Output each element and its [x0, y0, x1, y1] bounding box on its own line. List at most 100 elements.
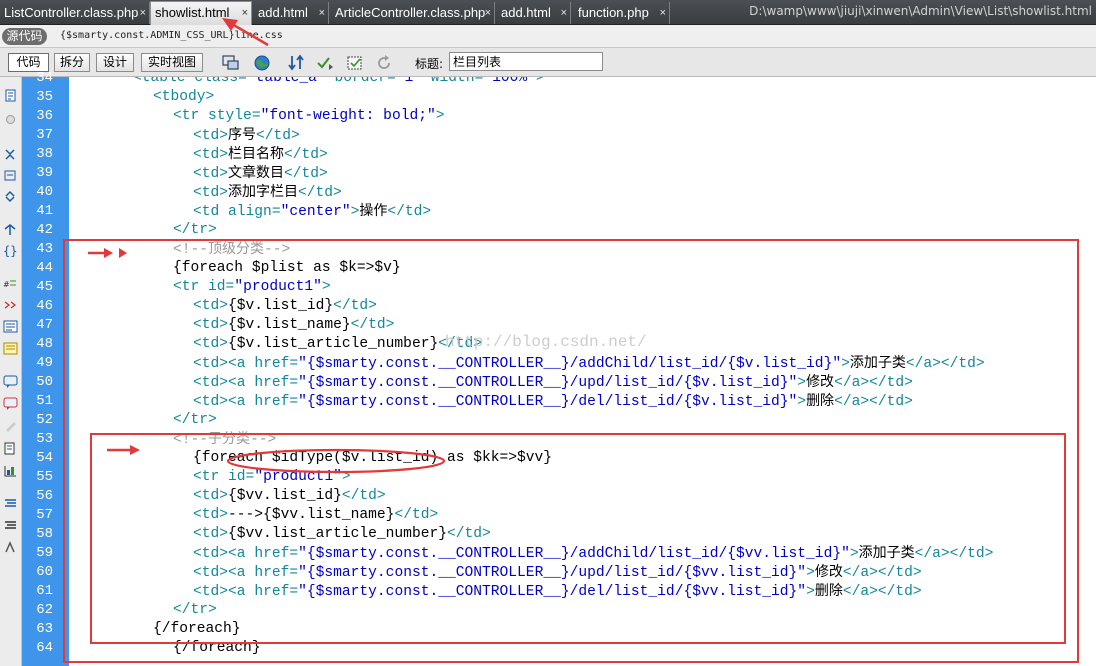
code-token: align= [228, 204, 281, 220]
file-transfer-icon[interactable] [287, 53, 307, 73]
open-documents-icon[interactable] [3, 89, 18, 102]
tab-articlecontroller[interactable]: ArticleController.class.php × [331, 2, 495, 24]
highlight-invalid-code-icon[interactable] [3, 299, 18, 312]
code-line: <td>文章数目</td> [193, 164, 328, 183]
title-input[interactable] [449, 52, 603, 71]
code-token: "1" [395, 77, 431, 86]
code-line: <td>序号</td> [193, 126, 300, 145]
line-number: 40 [36, 184, 53, 200]
code-token: </td> [284, 147, 328, 163]
wrap-tag-icon[interactable] [3, 375, 18, 388]
tab-function[interactable]: function.php × [574, 2, 670, 24]
outdent-code-icon[interactable] [3, 464, 18, 477]
code-token: style= [208, 108, 261, 124]
line-number: 39 [36, 165, 53, 181]
tab-showlist[interactable]: showlist.html × [150, 1, 252, 25]
indent-code-icon[interactable] [3, 442, 18, 455]
line-number: 57 [36, 507, 53, 523]
code-line: <td>添加字栏目</td> [193, 183, 342, 202]
move-css-icon[interactable] [3, 419, 18, 432]
line-number: 48 [36, 336, 53, 352]
word-wrap-icon[interactable] [3, 519, 18, 532]
select-parent-tag-icon[interactable] [3, 223, 18, 236]
multiscreen-icon[interactable] [221, 53, 241, 73]
code-line: <tbody> [153, 88, 214, 107]
line-number: 38 [36, 146, 53, 162]
tab-close-icon[interactable]: × [319, 2, 325, 24]
validation-icon[interactable] [316, 53, 336, 73]
code-token: <tbody> [153, 89, 215, 105]
coding-tools-strip: {} # [0, 77, 22, 666]
code-line: <table class="table_a" border="1" width=… [133, 77, 545, 88]
tab-listcontroller[interactable]: ListController.class.php × [0, 2, 150, 24]
line-number: 54 [36, 450, 53, 466]
code-token: width= [430, 77, 484, 86]
line-number: 47 [36, 317, 53, 333]
tab-label: ArticleController.class.php [335, 5, 486, 20]
line-number: 42 [36, 222, 53, 238]
expand-all-icon[interactable] [3, 190, 18, 203]
tab-close-icon[interactable]: × [140, 2, 146, 24]
line-number: 36 [36, 108, 53, 124]
line-numbers-icon[interactable]: # [3, 277, 18, 290]
design-view-button[interactable]: 设计 [96, 53, 134, 72]
balance-braces-icon[interactable]: {} [3, 244, 18, 257]
code-token: <td> [193, 128, 229, 144]
line-number: 64 [36, 640, 53, 656]
refresh-icon[interactable] [374, 53, 394, 73]
related-css-file[interactable]: {$smarty.const.ADMIN_CSS_URL}line.css [60, 30, 283, 41]
tab-add-2[interactable]: add.html × [497, 2, 571, 24]
code-token: </td> [298, 185, 342, 201]
code-token: <td> [193, 185, 229, 201]
source-code-button[interactable]: 源代码 [2, 28, 47, 45]
code-token: </td> [387, 204, 432, 220]
visual-aids-icon[interactable] [345, 53, 365, 73]
line-number: 41 [36, 203, 53, 219]
line-number-gutter: 34 35 36 37 38 39 40 41 42 43 44 45 46 47 48 49 50 51 52 53… [22, 70, 69, 666]
code-token: <tr [173, 108, 209, 124]
code-line: <td align="center">操作</td> [193, 202, 431, 221]
live-view-button[interactable]: 实时视图 [141, 53, 203, 72]
tab-close-icon[interactable]: × [561, 2, 567, 24]
line-number: 34 [36, 70, 53, 86]
line-number: 63 [36, 621, 53, 637]
show-code-navigator-icon[interactable] [3, 113, 18, 126]
line-number: 52 [36, 412, 53, 428]
recent-snippets-icon[interactable] [3, 397, 18, 410]
line-number: 45 [36, 279, 53, 295]
line-number: 35 [36, 89, 53, 105]
remove-comment-icon[interactable] [3, 342, 18, 355]
line-number: 44 [36, 260, 53, 276]
line-number: 56 [36, 488, 53, 504]
svg-text:{}: {} [3, 244, 17, 257]
annotation-box-child [90, 433, 1066, 644]
code-token: 栏目名称 [228, 146, 285, 162]
collapse-full-tag-icon[interactable] [3, 148, 18, 161]
line-number: 46 [36, 298, 53, 314]
code-token: "100%" [483, 77, 536, 86]
syntax-error-icon[interactable] [3, 541, 18, 554]
code-token: > [535, 77, 545, 86]
tab-label: ListController.class.php [4, 5, 139, 20]
line-number: 49 [36, 355, 53, 371]
line-number: 37 [36, 127, 53, 143]
tab-close-icon[interactable]: × [242, 2, 248, 24]
code-token: "font-weight: bold;" [260, 108, 436, 124]
line-number: 43 [36, 241, 53, 257]
tab-add[interactable]: add.html × [254, 2, 329, 24]
collapse-selection-icon[interactable] [3, 169, 18, 182]
apply-comment-icon[interactable] [3, 320, 18, 333]
document-tab-bar: ListController.class.php × showlist.html… [0, 0, 1096, 25]
tab-close-icon[interactable]: × [660, 2, 666, 24]
code-token: > [435, 108, 445, 124]
code-token: 序号 [228, 127, 257, 143]
line-number: 51 [36, 393, 53, 409]
code-token: border= [334, 77, 396, 86]
format-source-icon[interactable] [3, 497, 18, 510]
tab-close-icon[interactable]: × [485, 2, 491, 24]
globe-preview-icon[interactable] [252, 53, 272, 73]
code-line: <td>栏目名称</td> [193, 145, 328, 164]
split-view-button[interactable]: 拆分 [54, 53, 90, 72]
code-token: <td> [193, 166, 229, 182]
code-token: "center" [280, 204, 351, 220]
